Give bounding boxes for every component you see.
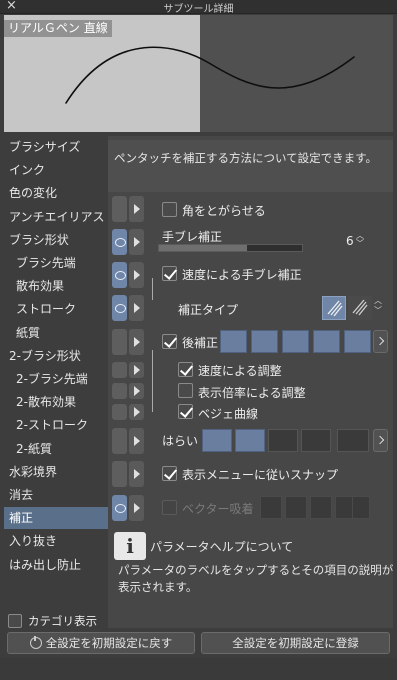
harai-block[interactable] bbox=[235, 429, 265, 452]
vector-block bbox=[352, 496, 370, 519]
eye-icon[interactable] bbox=[112, 295, 127, 321]
preview-label: リアルＧペン 直線 bbox=[4, 20, 112, 37]
expand-arrow-icon[interactable] bbox=[129, 362, 144, 378]
reset-icon bbox=[30, 636, 42, 649]
expand-arrow-icon[interactable] bbox=[129, 229, 144, 255]
category-item[interactable]: 紙質 bbox=[4, 322, 108, 344]
help-body: パラメータのラベルをタップするとその項目の説明が表示されます。 bbox=[118, 563, 394, 594]
bracket bbox=[152, 278, 153, 300]
expand-arrow-icon[interactable] bbox=[129, 461, 144, 487]
eye-icon[interactable] bbox=[112, 495, 127, 521]
snap-label: 表示メニューに従いスナップ bbox=[182, 468, 339, 482]
expand-arrow-icon[interactable] bbox=[129, 295, 144, 321]
vector-block bbox=[285, 496, 307, 519]
category-item[interactable]: 補正 bbox=[4, 507, 108, 530]
zoom-adjust-label: 表示倍率による調整 bbox=[198, 386, 306, 400]
row-handle[interactable] bbox=[112, 383, 127, 399]
category-item[interactable]: ストローク bbox=[4, 298, 108, 320]
category-item[interactable]: 散布効果 bbox=[4, 275, 108, 297]
info-icon: i bbox=[114, 532, 146, 560]
correction-type-label: 補正タイプ bbox=[178, 303, 239, 317]
category-display-checkbox[interactable] bbox=[8, 614, 22, 628]
window-title: サブツール詳細 bbox=[163, 4, 234, 15]
stepper-icon[interactable]: ︿ ﹀ bbox=[356, 232, 364, 248]
post-correction-label: 後補正 bbox=[182, 336, 219, 350]
post-correction-block[interactable] bbox=[344, 330, 371, 353]
category-item[interactable]: ブラシ先端 bbox=[4, 252, 108, 274]
harai-block[interactable] bbox=[202, 429, 232, 452]
expand-arrow-icon[interactable] bbox=[129, 329, 144, 355]
harai-block[interactable] bbox=[268, 429, 298, 452]
vector-block bbox=[260, 496, 282, 519]
snap-checkbox[interactable] bbox=[162, 466, 177, 481]
expand-arrow-icon[interactable] bbox=[129, 495, 144, 521]
harai-block[interactable] bbox=[301, 429, 331, 452]
expand-arrow-icon[interactable] bbox=[129, 383, 144, 399]
category-item[interactable]: 2-散布効果 bbox=[4, 391, 108, 413]
post-correction-block[interactable] bbox=[251, 330, 278, 353]
row-handle[interactable] bbox=[112, 196, 127, 222]
expand-arrow-icon[interactable] bbox=[129, 262, 144, 288]
speed-stab-label: 速度による手ブレ補正 bbox=[182, 268, 302, 282]
eye-icon[interactable] bbox=[112, 262, 127, 288]
type-brush-icon[interactable] bbox=[348, 296, 372, 320]
expand-arrow-icon[interactable] bbox=[129, 196, 144, 222]
category-item[interactable]: はみ出し防止 bbox=[4, 554, 108, 576]
category-item[interactable]: 消去 bbox=[4, 484, 108, 506]
bezier-label: ベジェ曲線 bbox=[198, 407, 259, 421]
chevron-right-icon[interactable] bbox=[373, 429, 388, 452]
category-item[interactable]: インク bbox=[4, 159, 108, 181]
row-handle[interactable] bbox=[112, 362, 127, 378]
vector-checkbox[interactable] bbox=[162, 500, 177, 515]
harai-block[interactable] bbox=[337, 429, 369, 452]
speed-adjust-label: 速度による調整 bbox=[198, 364, 282, 378]
post-correction-checkbox[interactable] bbox=[162, 334, 177, 349]
zoom-adjust-checkbox[interactable] bbox=[178, 383, 193, 398]
expand-arrow-icon[interactable] bbox=[129, 404, 144, 420]
register-defaults-button[interactable]: 全設定を初期設定に登録 bbox=[201, 632, 390, 654]
row-handle[interactable] bbox=[112, 428, 127, 454]
category-item[interactable]: 2-ストローク bbox=[4, 414, 108, 436]
corner-label: 角をとがらせる bbox=[182, 204, 266, 218]
bottom-bar bbox=[0, 658, 397, 680]
speed-stab-checkbox[interactable] bbox=[162, 266, 177, 281]
row-handle[interactable] bbox=[112, 461, 127, 487]
post-correction-block[interactable] bbox=[313, 330, 340, 353]
category-item[interactable]: 色の変化 bbox=[4, 182, 108, 204]
chevron-right-icon[interactable] bbox=[373, 330, 388, 353]
category-item[interactable]: 入り抜き bbox=[4, 530, 108, 552]
row-handle[interactable] bbox=[112, 404, 127, 420]
category-item[interactable]: 2-紙質 bbox=[4, 438, 108, 460]
category-item[interactable]: ブラシ形状 bbox=[4, 229, 108, 251]
post-correction-block[interactable] bbox=[282, 330, 309, 353]
type-stepper-icon[interactable]: ︿ ﹀ bbox=[374, 296, 388, 320]
vector-label: ベクター吸着 bbox=[182, 502, 254, 516]
help-title: パラメータヘルプについて bbox=[150, 540, 294, 554]
category-display-label: カテゴリ表示 bbox=[28, 614, 97, 628]
expand-arrow-icon[interactable] bbox=[129, 428, 144, 454]
category-item[interactable]: 2-ブラシ形状 bbox=[4, 345, 108, 367]
corner-checkbox[interactable] bbox=[162, 202, 177, 217]
harai-label: はらい bbox=[162, 434, 199, 448]
category-item[interactable]: アンチエイリアス bbox=[4, 206, 108, 228]
bracket bbox=[152, 350, 153, 412]
category-item[interactable]: 2-ブラシ先端 bbox=[4, 368, 108, 390]
stabilization-slider-fill bbox=[159, 245, 247, 251]
description-text: ペンタッチを補正する方法について設定できます。 bbox=[114, 151, 378, 165]
row-handle[interactable] bbox=[112, 329, 127, 355]
bezier-checkbox[interactable] bbox=[178, 404, 193, 419]
vector-block bbox=[310, 496, 332, 519]
eye-icon[interactable] bbox=[112, 229, 127, 255]
stabilization-value: 6 bbox=[346, 234, 354, 248]
speed-adjust-checkbox[interactable] bbox=[178, 362, 193, 377]
category-item[interactable]: ブラシサイズ bbox=[4, 136, 108, 158]
stabilization-label: 手ブレ補正 bbox=[162, 230, 223, 244]
category-item[interactable]: 水彩境界 bbox=[4, 461, 108, 483]
category-list: ブラシサイズ インク 色の変化 アンチエイリアス ブラシ形状 ブラシ先端 散布効果 ストローク… bbox=[4, 136, 108, 606]
type-stroke-icon[interactable] bbox=[322, 296, 346, 320]
post-correction-block[interactable] bbox=[220, 330, 247, 353]
